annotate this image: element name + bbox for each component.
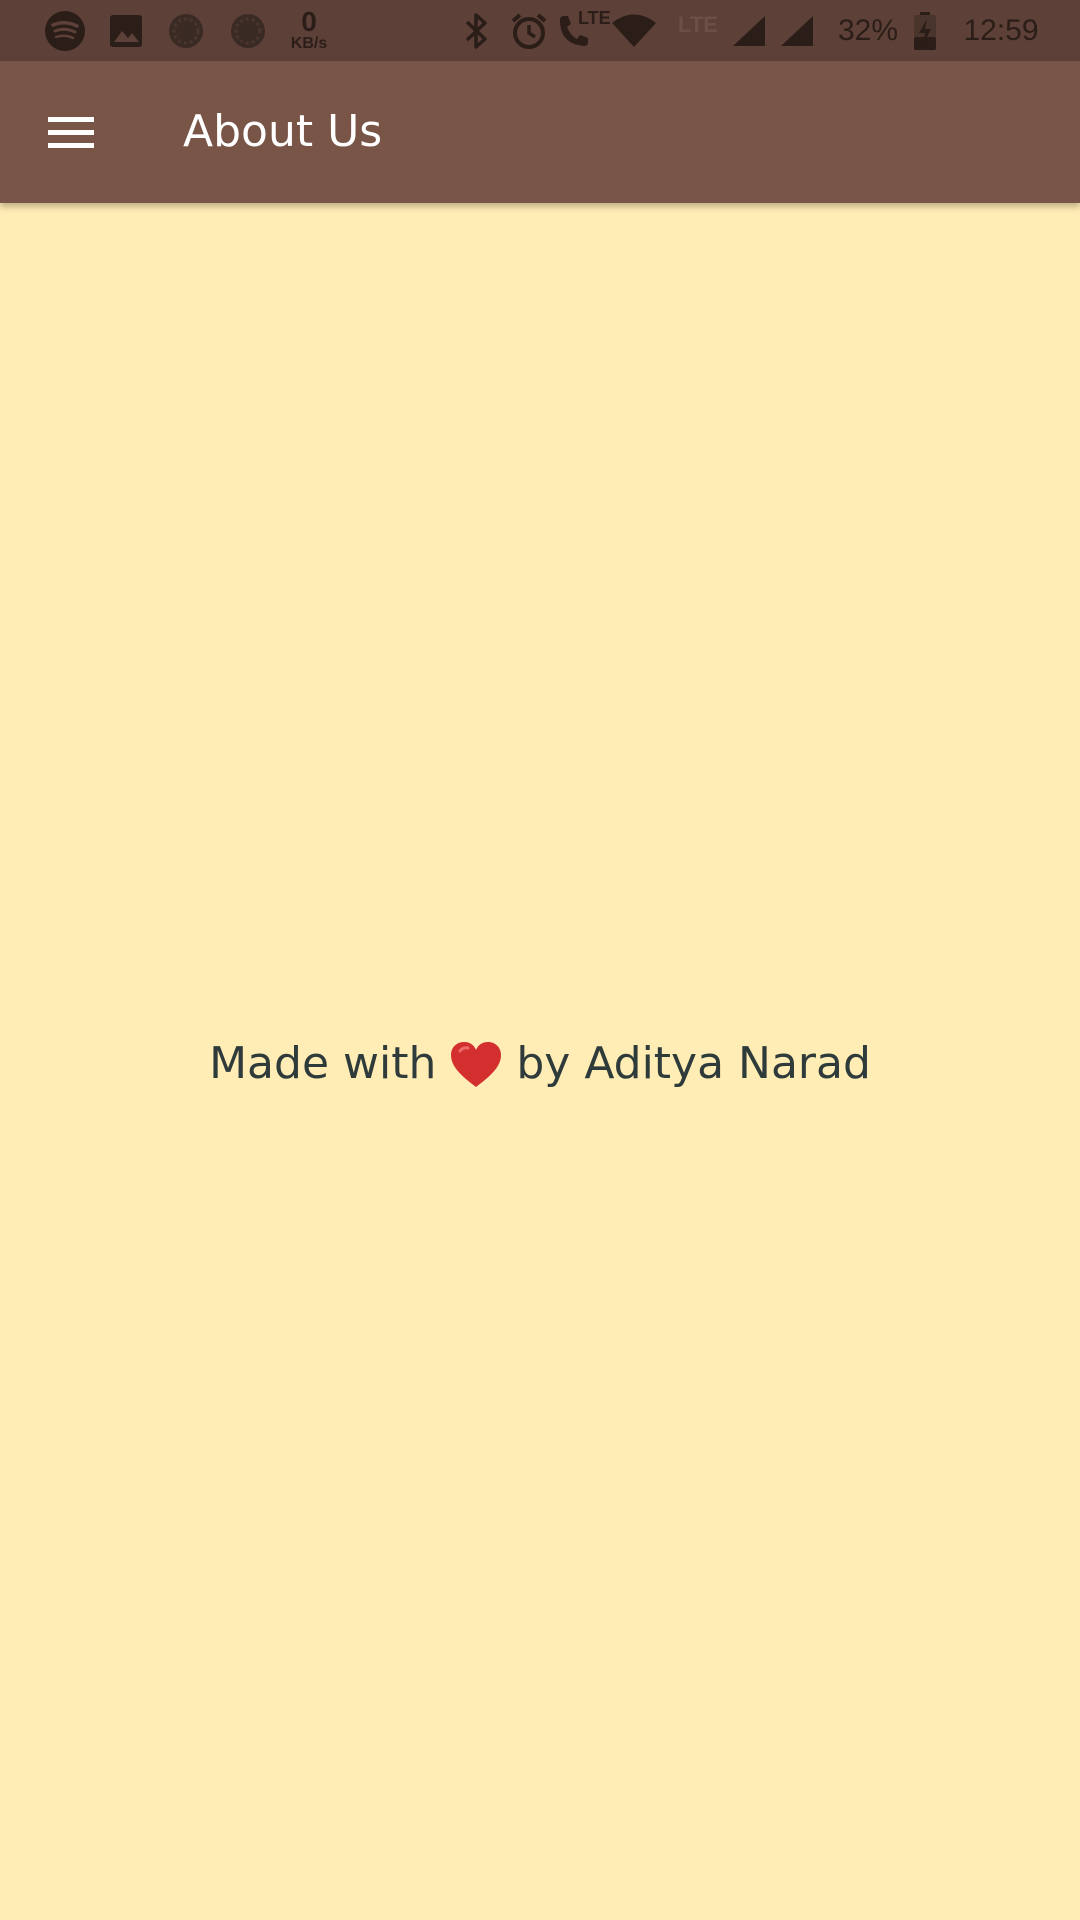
credit-suffix: by Aditya Narad [516, 1037, 871, 1089]
app-bar: About Us [0, 61, 1080, 203]
battery-charging-icon [910, 0, 940, 61]
signal-icon [778, 0, 816, 61]
spotify-icon [44, 0, 86, 61]
signal-icon [730, 0, 768, 61]
net-speed-unit: KB/s [290, 34, 328, 52]
battery-percent: 32% [837, 13, 899, 47]
sync-icon [228, 0, 268, 61]
lte-indicator: LTE [676, 0, 720, 61]
alarm-icon [508, 0, 550, 61]
hamburger-menu-icon [48, 109, 94, 156]
bluetooth-icon [458, 0, 494, 61]
menu-button[interactable] [26, 95, 116, 169]
wifi-icon [610, 0, 658, 61]
lte-label: LTE [678, 11, 718, 37]
heart-icon [450, 1041, 502, 1089]
net-speed-value: 0 [301, 5, 317, 37]
image-icon [108, 0, 144, 61]
credit-prefix: Made with [209, 1037, 437, 1089]
volte-lte-label: LTE [578, 8, 611, 28]
credit-text: Made with by Aditya Narad [0, 1030, 1080, 1096]
status-time: 12:59 [963, 13, 1039, 47]
volte-call-icon: LTE [556, 0, 611, 61]
sync-icon [166, 0, 206, 61]
net-speed-indicator: 0 KB/s [284, 0, 334, 61]
status-bar: 0 KB/s LTE LTE 32% 12:59 [0, 0, 1080, 61]
page-title: About Us [183, 106, 383, 157]
